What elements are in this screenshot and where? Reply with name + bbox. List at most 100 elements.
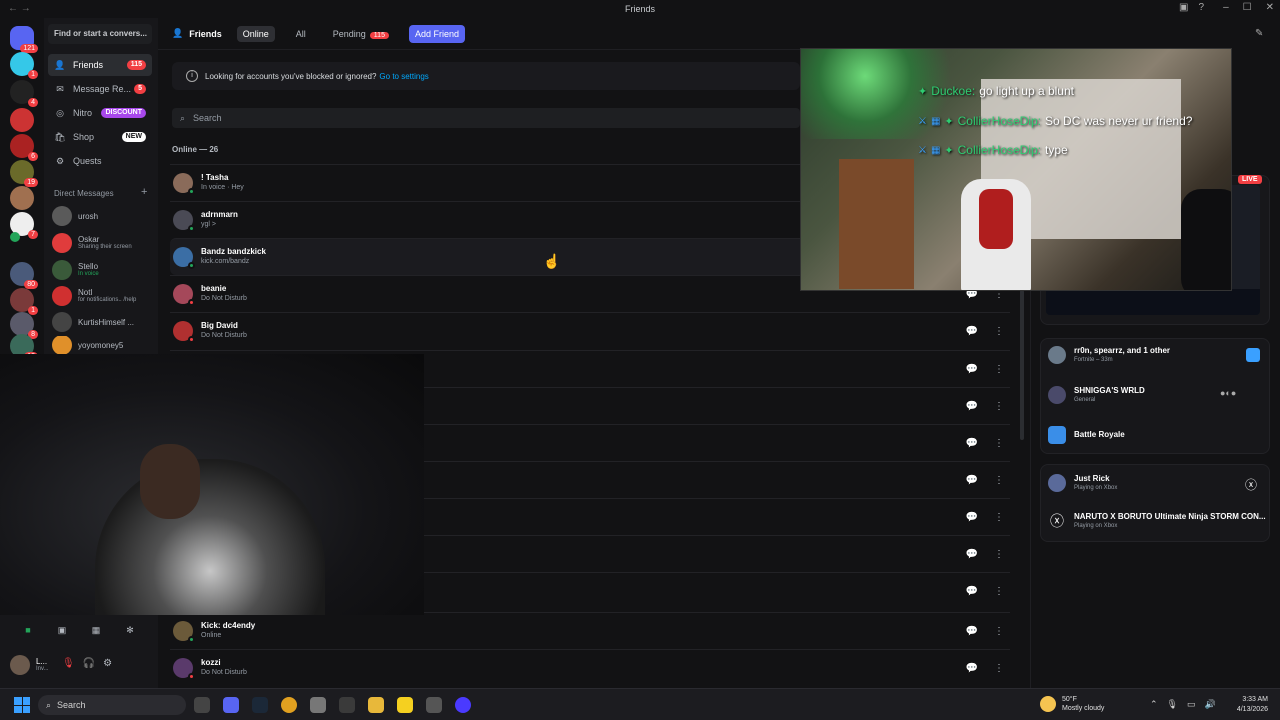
discord-icon[interactable] (223, 697, 239, 713)
tab-pending[interactable]: Pending 115 (327, 26, 395, 42)
dm-item[interactable]: Oskar Sharing their screen (52, 231, 156, 255)
task-view-icon[interactable] (194, 697, 210, 713)
message-icon[interactable]: 💬 (966, 549, 978, 560)
server-icon[interactable]: 19 (10, 160, 38, 187)
more-options-icon[interactable]: ⋮ (994, 586, 1004, 597)
title-tools: ▣ ? (1179, 2, 1204, 13)
activity-row[interactable]: Just Rick Playing on Xbox (1048, 474, 1117, 492)
message-icon[interactable]: 💬 (966, 586, 978, 597)
chrome-icon[interactable] (281, 697, 297, 713)
home-icon[interactable]: 121 (10, 26, 38, 53)
friend-row[interactable]: kozzi Do Not Disturb 💬 ⋮ (170, 649, 1010, 686)
nav-nitro[interactable]: ◎ Nitro DISCOUNT (48, 102, 152, 124)
dm-item[interactable]: KurtisHimself ... (52, 310, 156, 334)
tab-online[interactable]: Online (236, 25, 275, 42)
scrollbar[interactable] (1020, 290, 1024, 440)
server-icon[interactable]: 80 (10, 262, 38, 289)
nav-friends[interactable]: 👤 Friends 115 (48, 54, 152, 76)
weather-widget[interactable]: 50°F Mostly cloudy (1040, 695, 1104, 713)
more-options-icon[interactable]: ⋮ (994, 549, 1004, 560)
dm-item[interactable]: Notl for notifications.. /help (52, 284, 156, 308)
current-user[interactable]: L... Inv... (10, 655, 49, 675)
add-friend-button[interactable]: Add Friend (408, 24, 465, 43)
server-icon[interactable]: 1 (10, 52, 38, 79)
server-icon[interactable]: 4 (10, 80, 38, 107)
new-group-dm-icon[interactable]: ✎ (1255, 28, 1263, 39)
screen-share-icon[interactable]: ▣ (52, 625, 72, 639)
activities-icon[interactable]: ▦ (86, 625, 106, 639)
server-icon[interactable]: 6 (10, 134, 38, 161)
more-options-icon[interactable]: ⋮ (994, 401, 1004, 412)
more-options-icon[interactable]: ⋮ (994, 626, 1004, 637)
activity-row[interactable]: SHNIGGA'S WRLD General (1048, 386, 1145, 404)
nav-quests[interactable]: ⚙ Quests (48, 150, 152, 172)
soundboard-icon[interactable]: ✻ (120, 625, 140, 639)
mic-icon[interactable]: 🎙 (1167, 699, 1178, 710)
message-icon[interactable]: 💬 (966, 364, 978, 375)
go-to-settings-link[interactable]: Go to settings (379, 72, 428, 81)
friend-row[interactable]: Kick: dc4endy Online 💬 ⋮ (170, 612, 1010, 649)
activity-row[interactable]: rr0n, spearrz, and 1 other Fortnite – 33m (1048, 346, 1170, 364)
dm-item[interactable]: Stello In voice (52, 258, 156, 282)
nav-shop[interactable]: 🛍 Shop NEW (48, 126, 152, 148)
settings-icon[interactable] (310, 697, 326, 713)
more-options-icon[interactable]: ⋮ (994, 438, 1004, 449)
more-options-icon[interactable]: ⋮ (994, 512, 1004, 523)
settings-gear-icon[interactable]: ⚙ (103, 658, 112, 669)
find-conversation-button[interactable]: Find or start a convers... (48, 24, 152, 44)
more-options-icon[interactable]: ⋮ (994, 475, 1004, 486)
blocked-notice: i Looking for accounts you've blocked or… (172, 62, 800, 90)
steam-icon[interactable] (252, 697, 268, 713)
chevron-up-icon[interactable]: ⌃ (1150, 699, 1158, 710)
file-explorer-icon[interactable] (368, 697, 384, 713)
discount-badge: DISCOUNT (101, 108, 146, 118)
friend-status: Do Not Disturb (201, 669, 247, 676)
server-icon[interactable] (10, 186, 34, 210)
activity-row[interactable]: Battle Royale (1048, 426, 1125, 444)
taskbar-search[interactable]: ⌕ Search (38, 695, 186, 715)
server-icon[interactable] (10, 108, 34, 132)
server-icon[interactable]: 8 (10, 312, 38, 339)
minimize-icon[interactable]: – (1223, 2, 1229, 13)
message-icon[interactable]: 💬 (966, 663, 978, 674)
message-icon[interactable]: 💬 (966, 626, 978, 637)
app-icon[interactable] (339, 697, 355, 713)
fortnite-icon (1246, 348, 1260, 362)
message-icon[interactable]: 💬 (966, 326, 978, 337)
friend-status: ygl > (201, 221, 216, 228)
volume-icon[interactable]: 🔊 (1205, 699, 1216, 710)
more-options-icon[interactable]: ⋮ (994, 364, 1004, 375)
activity-row[interactable]: ⓧ NARUTO X BORUTO Ultimate Ninja STORM C… (1048, 512, 1266, 530)
app-icon[interactable] (426, 697, 442, 713)
dm-item[interactable]: urosh (52, 204, 156, 228)
message-icon[interactable]: 💬 (966, 401, 978, 412)
message-icon[interactable]: 💬 (966, 512, 978, 523)
hand-cursor-icon: ☝ (543, 253, 561, 269)
friend-row[interactable]: Big David Do Not Disturb 💬 ⋮ (170, 312, 1010, 349)
folder-icon[interactable] (10, 232, 20, 242)
create-dm-icon[interactable]: + (141, 186, 147, 198)
notes-icon[interactable] (397, 697, 413, 713)
mic-muted-icon[interactable]: 🎙 (62, 658, 75, 669)
windows-start-icon[interactable] (14, 697, 30, 713)
help-icon[interactable]: ? (1198, 2, 1204, 13)
friends-search-input[interactable]: ⌕ Search (172, 108, 800, 128)
inbox-tool-icon[interactable]: ▣ (1179, 2, 1188, 13)
dm-item[interactable]: yoyomoney5 (52, 336, 156, 354)
headphones-icon[interactable]: 🎧 (83, 658, 95, 669)
server-icon[interactable]: 1 (10, 288, 38, 315)
maximize-icon[interactable]: ☐ (1243, 2, 1252, 13)
tab-all[interactable]: All (290, 26, 312, 42)
clock[interactable]: 3:33 AM 4/13/2026 (1226, 695, 1268, 715)
nav-message-requests[interactable]: ✉ Message Re... 5 (48, 78, 152, 100)
network-icon[interactable]: ▭ (1187, 699, 1196, 710)
close-icon[interactable]: ✕ (1266, 2, 1274, 13)
more-options-icon[interactable]: ⋮ (994, 663, 1004, 674)
back-forward-icon[interactable]: ← → (8, 3, 31, 14)
message-icon[interactable]: 💬 (966, 438, 978, 449)
camera-icon[interactable]: ■ (18, 625, 38, 639)
friend-status: Online (201, 632, 222, 639)
more-options-icon[interactable]: ⋮ (994, 326, 1004, 337)
app-icon[interactable] (455, 697, 471, 713)
message-icon[interactable]: 💬 (966, 475, 978, 486)
